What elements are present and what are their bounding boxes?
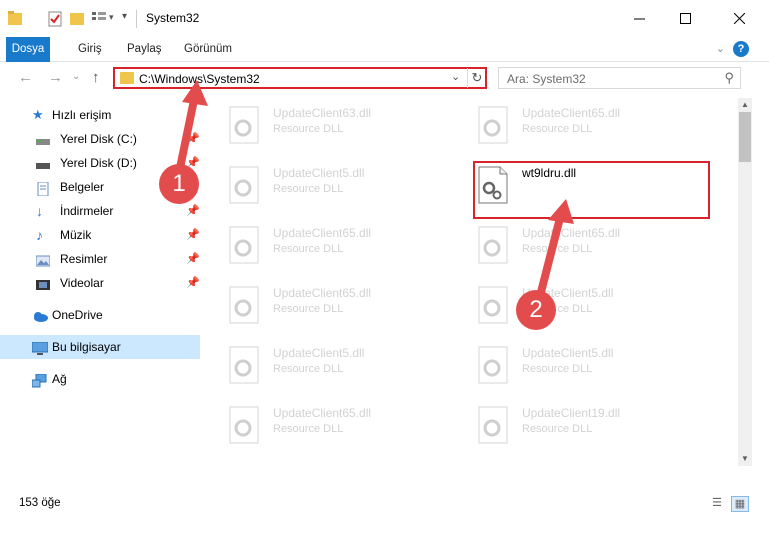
annotation-step-1: 1 bbox=[159, 164, 199, 204]
annotation-arrowhead-1 bbox=[182, 80, 208, 106]
status-bar: 153 öğe ☰ ▦ bbox=[0, 490, 769, 533]
large-icons-view-icon[interactable]: ▦ bbox=[731, 496, 749, 512]
annotation-arrowhead-2 bbox=[548, 199, 574, 224]
annotation-step-2: 2 bbox=[516, 290, 556, 330]
item-count: 153 öğe bbox=[19, 497, 61, 509]
annotation-arrow-1 bbox=[176, 99, 198, 169]
annotation-arrows bbox=[176, 80, 574, 297]
details-view-icon[interactable]: ☰ bbox=[709, 496, 725, 510]
annotation-arrow-2 bbox=[536, 217, 564, 297]
